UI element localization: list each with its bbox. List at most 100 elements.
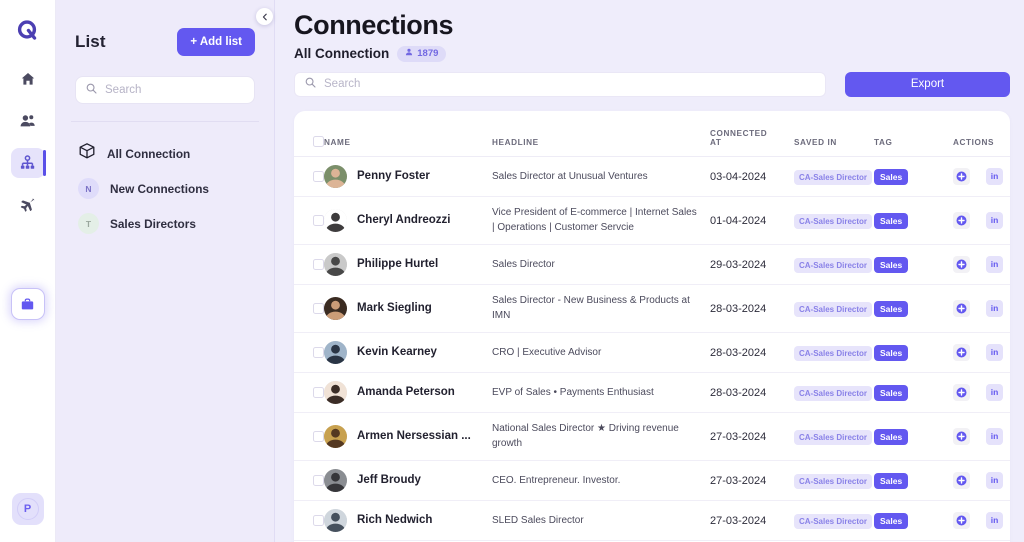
main-search-input[interactable]: [324, 78, 815, 91]
row-checkbox[interactable]: [313, 302, 324, 314]
tag-pill[interactable]: Sales: [874, 301, 909, 318]
row-checkbox[interactable]: [313, 258, 324, 270]
table-row[interactable]: Philippe Hurtel Sales Director 29-03-2024 C…: [294, 244, 1010, 285]
subtitle-row: All Connection 1879: [294, 45, 1010, 62]
add-circle-icon[interactable]: [953, 511, 970, 529]
column-header-tag[interactable]: TAG: [874, 110, 944, 157]
connected-at-cell: 27-03-2024: [710, 460, 794, 501]
box-icon: [78, 142, 96, 165]
collapse-panel-button[interactable]: [256, 8, 273, 25]
list-search[interactable]: [75, 76, 255, 104]
linkedin-icon[interactable]: in: [986, 167, 1003, 185]
linkedin-icon[interactable]: in: [986, 427, 1003, 445]
add-circle-icon[interactable]: [953, 211, 970, 229]
rail-item-home[interactable]: [11, 64, 45, 94]
name-cell: Penny Foster: [324, 156, 492, 197]
tag-cell: Sales: [874, 500, 944, 541]
tag-cell: Sales: [874, 284, 944, 333]
row-checkbox[interactable]: [313, 430, 324, 442]
add-circle-icon[interactable]: [953, 167, 970, 185]
linkedin-icon[interactable]: in: [986, 299, 1003, 317]
add-circle-icon[interactable]: [953, 383, 970, 401]
column-header-headline[interactable]: HEADLINE: [492, 110, 710, 157]
add-list-button[interactable]: + Add list: [177, 28, 255, 56]
actions-cell: in: [944, 332, 1010, 373]
avatar[interactable]: P: [11, 493, 44, 525]
tag-pill[interactable]: Sales: [874, 429, 909, 446]
linkedin-icon[interactable]: in: [986, 211, 1003, 229]
table-row[interactable]: Mark Siegling Sales Director - New Busine…: [294, 284, 1010, 333]
add-circle-icon[interactable]: [953, 427, 970, 445]
add-circle-icon[interactable]: [953, 343, 970, 361]
rail-item-connections[interactable]: [10, 148, 46, 178]
row-checkbox[interactable]: [313, 514, 324, 526]
table-row[interactable]: Amanda Peterson EVP of Sales • Payments E…: [294, 372, 1010, 413]
linkedin-icon[interactable]: in: [986, 511, 1003, 529]
select-all-header: [294, 110, 324, 157]
rail-item-contacts[interactable]: [11, 106, 45, 136]
table-row[interactable]: Penny Foster Sales Director at Unusual Ve…: [294, 156, 1010, 197]
list-item-new-connections[interactable]: N New Connections: [75, 171, 255, 206]
linkedin-icon[interactable]: in: [986, 343, 1003, 361]
saved-in-cell: CA-Sales Director: [794, 460, 874, 501]
saved-in-pill[interactable]: CA-Sales Director: [794, 346, 873, 362]
row-select-cell: [294, 500, 324, 541]
linkedin-icon[interactable]: in: [986, 255, 1003, 273]
list-item-all-connection[interactable]: All Connection: [75, 136, 255, 171]
tag-pill[interactable]: Sales: [874, 213, 909, 230]
contact-headline: EVP of Sales • Payments Enthusiast: [492, 386, 654, 398]
column-header-name[interactable]: NAME: [324, 110, 492, 157]
saved-in-pill[interactable]: CA-Sales Director: [794, 258, 873, 274]
column-header-connected-at[interactable]: CONNECTED AT: [710, 110, 794, 157]
table-row[interactable]: Jeff Broudy CEO. Entrepreneur. Investor. 2…: [294, 460, 1010, 501]
tag-pill[interactable]: Sales: [874, 345, 909, 362]
saved-in-pill[interactable]: CA-Sales Director: [794, 514, 873, 530]
tag-pill[interactable]: Sales: [874, 257, 909, 274]
person-icon: [405, 48, 413, 59]
list-item-sales-directors[interactable]: T Sales Directors: [75, 206, 255, 241]
saved-in-pill[interactable]: CA-Sales Director: [794, 386, 873, 402]
saved-in-pill[interactable]: CA-Sales Director: [794, 474, 873, 490]
row-checkbox[interactable]: [313, 170, 324, 182]
tag-pill[interactable]: Sales: [874, 169, 909, 186]
icon-rail: P: [0, 0, 56, 542]
main-search[interactable]: [294, 71, 826, 97]
row-checkbox[interactable]: [313, 346, 324, 358]
contact-avatar: [324, 468, 347, 492]
export-button[interactable]: Export: [845, 71, 1010, 97]
list-search-input[interactable]: [105, 84, 244, 96]
table-row[interactable]: Cheryl Andreozzi Vice President of E-comm…: [294, 196, 1010, 245]
rail-item-campaigns[interactable]: [11, 190, 45, 220]
column-header-saved-in[interactable]: SAVED IN: [794, 110, 874, 157]
headline-cell: CEO. Entrepreneur. Investor.: [492, 460, 710, 501]
contact-avatar: [324, 380, 347, 404]
contact-headline: Sales Director: [492, 258, 555, 270]
row-checkbox[interactable]: [313, 474, 324, 486]
tag-pill[interactable]: Sales: [874, 513, 909, 530]
tag-cell: Sales: [874, 156, 944, 197]
row-checkbox[interactable]: [313, 386, 324, 398]
list-name: All Connection: [294, 46, 390, 62]
saved-in-pill[interactable]: CA-Sales Director: [794, 170, 873, 186]
app-root: P List + Add list All Connection: [0, 0, 1024, 542]
connected-at-cell: 28-03-2024: [710, 372, 794, 413]
linkedin-icon[interactable]: in: [986, 383, 1003, 401]
saved-in-pill[interactable]: CA-Sales Director: [794, 302, 873, 318]
saved-in-pill[interactable]: CA-Sales Director: [794, 430, 873, 446]
saved-in-pill[interactable]: CA-Sales Director: [794, 214, 873, 230]
linkedin-icon[interactable]: in: [986, 471, 1003, 489]
contact-name: Armen Nersessian ...: [357, 430, 471, 443]
select-all-checkbox[interactable]: [313, 135, 324, 147]
table-row[interactable]: Kevin Kearney CRO | Executive Advisor 28-0…: [294, 332, 1010, 373]
tag-pill[interactable]: Sales: [874, 385, 909, 402]
row-checkbox[interactable]: [313, 214, 324, 226]
table-row[interactable]: Armen Nersessian ... National Sales Direc…: [294, 412, 1010, 461]
name-cell: Cheryl Andreozzi: [324, 196, 492, 245]
add-circle-icon[interactable]: [953, 299, 970, 317]
table-row[interactable]: Rich Nedwich SLED Sales Director 27-03-202…: [294, 500, 1010, 541]
briefcase-icon[interactable]: [10, 288, 45, 320]
add-circle-icon[interactable]: [953, 471, 970, 489]
contact-avatar: [324, 424, 347, 448]
add-circle-icon[interactable]: [953, 255, 970, 273]
tag-pill[interactable]: Sales: [874, 473, 909, 490]
